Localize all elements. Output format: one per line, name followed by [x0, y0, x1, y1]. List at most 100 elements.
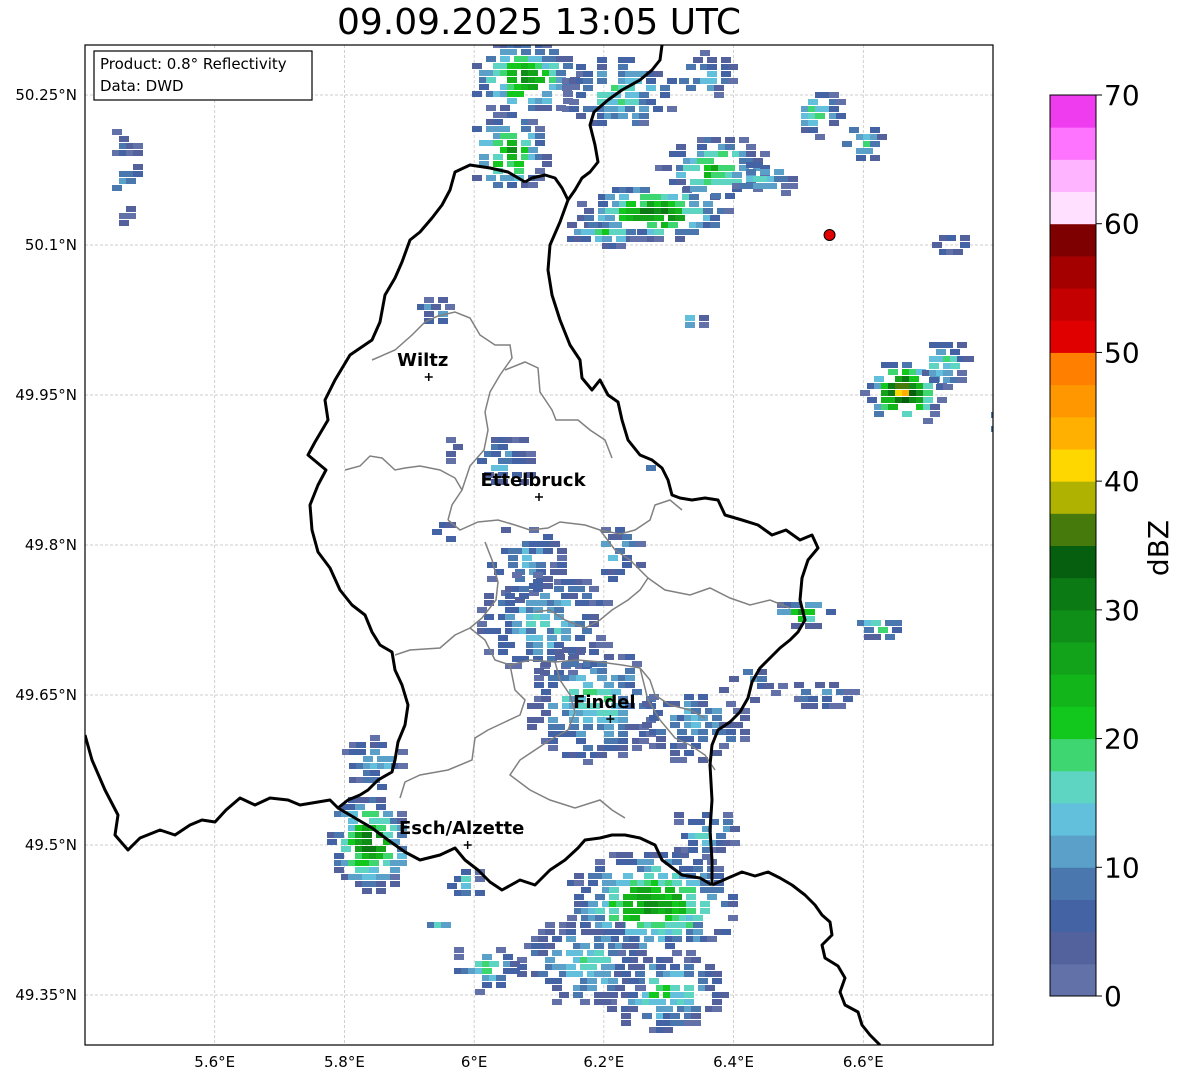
echo-pixel: [658, 873, 668, 879]
echo-pixel: [133, 164, 143, 170]
echo-pixel: [561, 635, 571, 641]
echo-pixel: [728, 78, 738, 84]
echo-pixel: [860, 390, 870, 396]
colorbar-segment: [1050, 191, 1096, 225]
echo-pixel: [689, 229, 699, 235]
echo-pixel: [686, 908, 696, 914]
echo-pixel: [545, 929, 555, 935]
echo-pixel: [760, 151, 770, 157]
city-label: Esch/Alzette: [399, 818, 524, 839]
echo-pixel: [489, 961, 499, 967]
echo-pixel: [743, 669, 753, 675]
echo-pixel: [567, 222, 577, 228]
echo-pixel: [630, 915, 640, 921]
echo-pixel: [369, 860, 379, 866]
colorbar-segment: [1050, 320, 1096, 353]
echo-pixel: [528, 70, 538, 76]
echo-pixel: [635, 964, 645, 970]
echo-pixel: [714, 92, 724, 98]
echo-pixel: [587, 964, 597, 970]
echo-pixel: [534, 703, 544, 709]
echo-pixel: [583, 682, 593, 688]
echo-pixel: [964, 356, 974, 362]
colorbar-segment: [1050, 642, 1096, 675]
echo-pixel: [341, 846, 351, 852]
echo-pixel: [507, 147, 517, 153]
radar-site-marker[interactable]: [823, 229, 836, 241]
echo-pixel: [808, 696, 818, 702]
echo-pixel: [548, 682, 558, 688]
echo-pixel: [733, 722, 743, 728]
echo-pixel: [760, 169, 770, 175]
echo-pixel: [700, 901, 710, 907]
echo-pixel: [801, 689, 811, 695]
echo-pixel: [688, 847, 698, 853]
echo-pixel: [126, 213, 136, 219]
echo-pixel: [604, 682, 614, 688]
echo-pixel: [808, 703, 818, 709]
echo-pixel: [808, 127, 818, 133]
echo-pixel: [514, 91, 524, 97]
echo-pixel: [573, 992, 583, 998]
echo-pixel: [569, 106, 579, 112]
echo-pixel: [626, 229, 636, 235]
echo-pixel: [815, 134, 825, 140]
echo-pixel: [618, 738, 628, 744]
echo-pixel: [507, 112, 517, 118]
echo-pixel: [646, 78, 656, 84]
colorbar-segment: [1050, 738, 1096, 772]
echo-pixel: [461, 883, 471, 889]
echo-pixel: [703, 201, 713, 207]
echo-pixel: [377, 784, 387, 790]
echo-pixel: [646, 85, 656, 91]
echo-pixel: [740, 729, 750, 735]
echo-pixel: [815, 113, 825, 119]
echo-pixel: [376, 825, 386, 831]
echo-pixel: [932, 242, 942, 248]
echo-pixel: [937, 397, 947, 403]
echo-pixel: [362, 839, 372, 845]
echo-pixel: [550, 541, 560, 547]
echo-pixel: [595, 859, 605, 865]
echo-pixel: [771, 690, 781, 696]
echo-pixel: [563, 63, 573, 69]
echo-pixel: [369, 811, 379, 817]
echo-pixel: [561, 600, 571, 606]
echo-pixel: [500, 105, 510, 111]
echo-pixel: [533, 642, 543, 648]
echo-pixel: [596, 635, 606, 641]
echo-pixel: [871, 620, 881, 626]
echo-pixel: [674, 819, 684, 825]
echo-pixel: [724, 208, 734, 214]
echo-pixel: [781, 190, 791, 196]
echo-pixel: [936, 349, 946, 355]
echo-pixel: [397, 860, 407, 866]
echo-pixel: [622, 562, 632, 568]
echo-pixel: [533, 649, 543, 655]
echo-pixel: [849, 127, 859, 133]
echo-pixel: [892, 627, 902, 633]
echo-pixel: [714, 85, 724, 91]
echo-pixel: [615, 569, 625, 575]
echo-pixel: [615, 922, 625, 928]
city-label: Wiltz: [397, 350, 448, 371]
echo-pixel: [888, 362, 898, 368]
echo-pixel: [656, 736, 666, 742]
echo-pixel: [714, 866, 724, 872]
echo-pixel: [535, 49, 545, 55]
colorbar-tick-label: 0: [1104, 980, 1122, 1013]
echo-pixel: [573, 971, 583, 977]
echo-pixel: [507, 77, 517, 83]
echo-pixel: [597, 64, 607, 70]
lat-tick-label: 49.8°N: [25, 536, 77, 554]
echo-pixel: [618, 717, 628, 723]
echo-pixel: [486, 175, 496, 181]
echo-pixel: [580, 922, 590, 928]
echo-pixel: [719, 687, 729, 693]
lat-tick-label: 49.95°N: [15, 386, 77, 404]
echo-pixel: [710, 215, 720, 221]
echo-pixel: [390, 874, 400, 880]
echo-pixel: [461, 869, 471, 875]
echo-pixel: [675, 201, 685, 207]
echo-pixel: [566, 922, 576, 928]
